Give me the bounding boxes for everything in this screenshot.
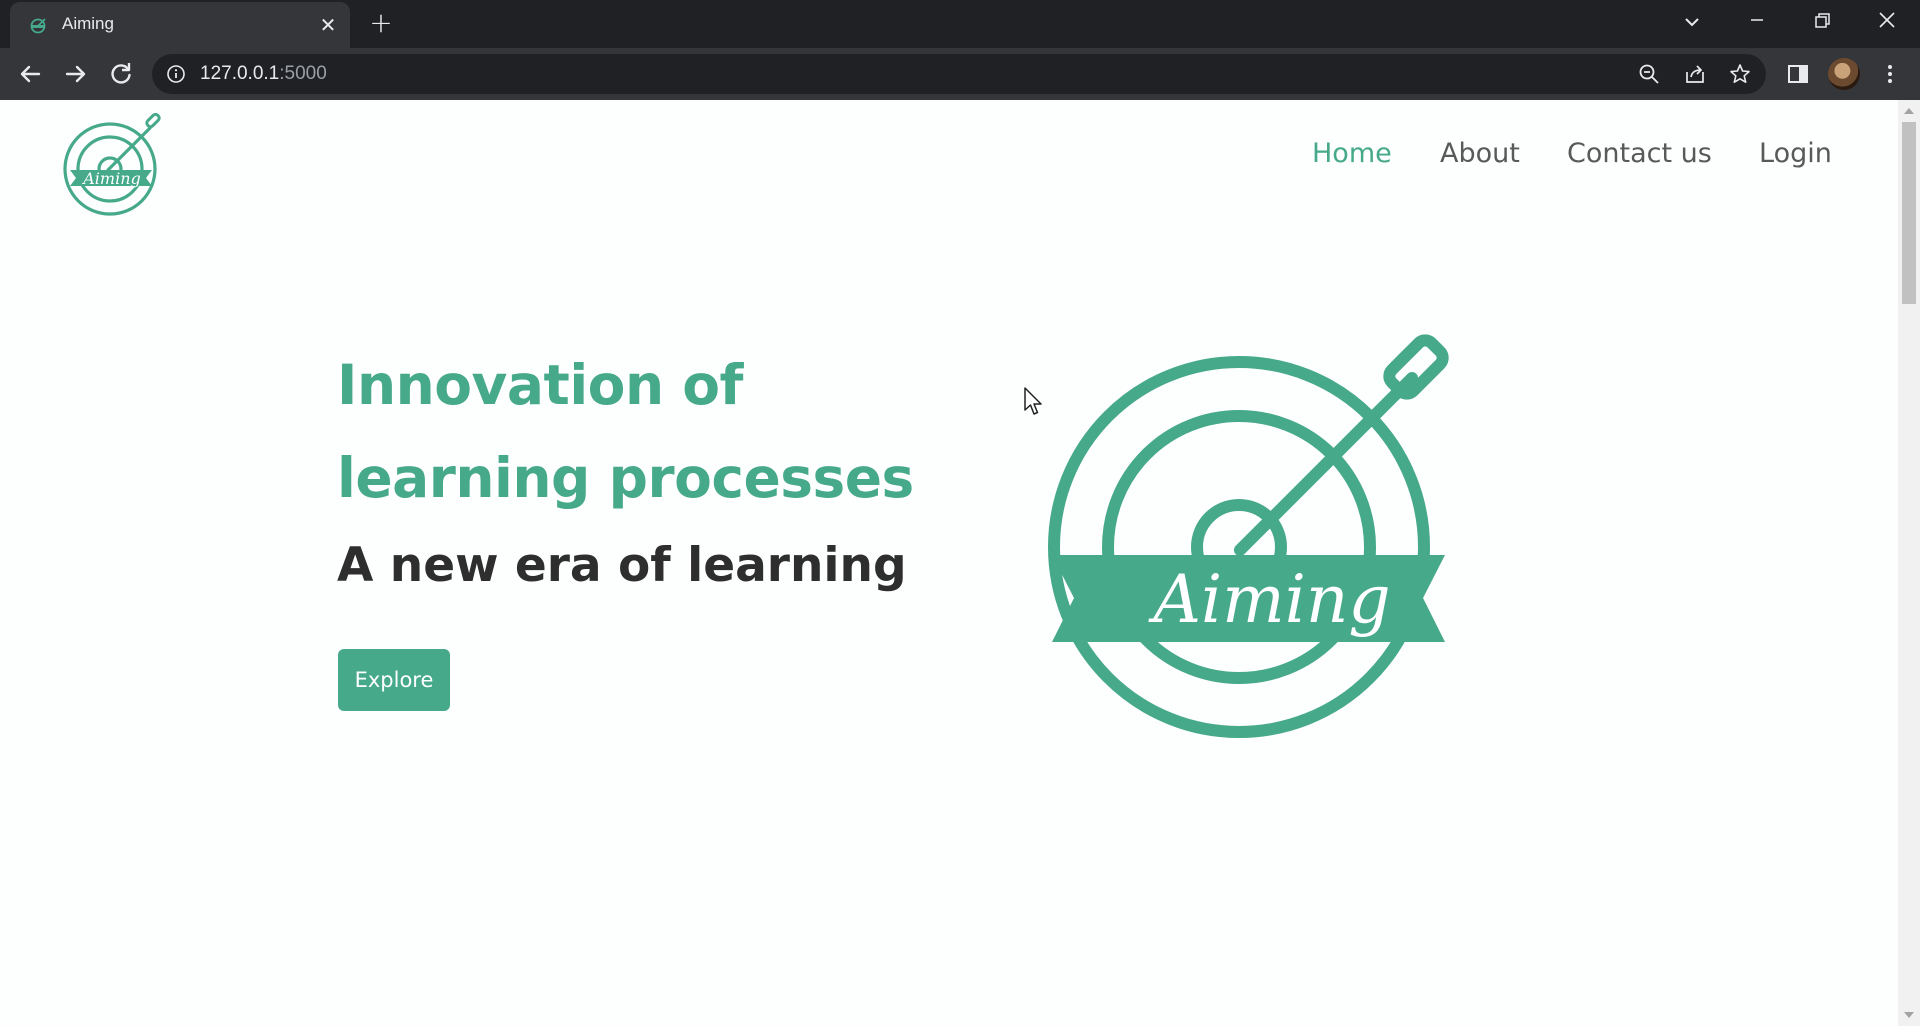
hero-subtitle: A new era of learning [337,538,907,593]
forward-icon[interactable] [60,58,92,90]
site-logo-text: Aiming [81,169,141,188]
minimize-icon[interactable] [1737,8,1777,38]
tab-title: Aiming [62,14,114,33]
mouse-cursor-icon [1024,387,1042,415]
new-tab-button[interactable]: + [366,9,396,39]
more-menu-icon[interactable] [1878,62,1902,86]
share-icon[interactable] [1684,63,1706,85]
nav-home[interactable]: Home [1312,138,1392,169]
side-panel-icon[interactable] [1786,62,1810,86]
page-scrollbar[interactable] [1898,100,1920,1026]
nav-contact-us[interactable]: Contact us [1567,138,1712,169]
hero-aiming-logo: Aiming [1048,334,1449,738]
bookmark-star-icon[interactable] [1729,63,1751,85]
browser-toolbar: 127.0.0.1:5000 [0,48,1920,100]
url-text[interactable]: 127.0.0.1:5000 [200,63,327,85]
nav-login[interactable]: Login [1759,138,1832,169]
hero-title-line1: Innovation of [337,353,743,417]
scroll-thumb[interactable] [1902,122,1916,304]
browser-tab-strip: Aiming ✕ + [0,0,1920,48]
page-viewport: Aiming Home About Contact us Login Innov… [0,100,1898,1026]
hero-title-line2: learning processes [337,446,914,510]
aiming-favicon-icon [30,18,46,34]
back-icon[interactable] [14,58,46,90]
zoom-icon[interactable] [1638,63,1660,85]
profile-avatar[interactable] [1828,58,1860,90]
reload-icon[interactable] [105,58,137,90]
nav-about[interactable]: About [1440,138,1520,169]
explore-button[interactable]: Explore [338,649,450,711]
browser-tab[interactable]: Aiming ✕ [10,2,350,48]
site-logo[interactable]: Aiming [60,112,164,216]
scroll-up-icon[interactable] [1904,108,1914,114]
tab-close-button[interactable]: ✕ [316,13,340,37]
restore-icon[interactable] [1802,8,1842,38]
site-info-icon[interactable] [166,64,186,84]
hero-logo-text: Aiming [1147,561,1390,638]
url-port: :5000 [279,63,327,84]
close-window-icon[interactable] [1867,8,1907,38]
address-bar[interactable]: 127.0.0.1:5000 [152,54,1766,94]
scroll-down-icon[interactable] [1904,1012,1914,1018]
url-host: 127.0.0.1 [200,63,280,84]
tab-search-icon[interactable] [1672,8,1712,38]
